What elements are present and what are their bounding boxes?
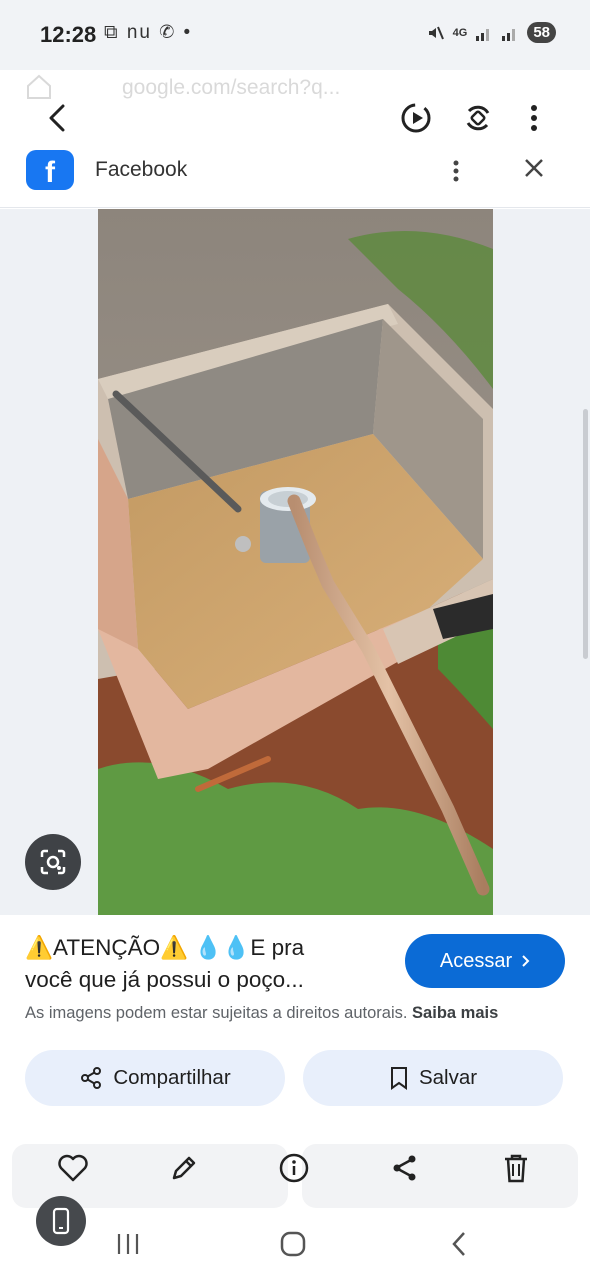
details-button[interactable]	[272, 1146, 316, 1190]
source-row: f Facebook	[0, 140, 590, 208]
battery-badge: 58	[527, 22, 556, 43]
more-vert-icon	[531, 105, 537, 131]
bookmark-icon	[390, 1067, 407, 1090]
mute-icon	[428, 26, 444, 39]
rotate-button[interactable]	[458, 98, 498, 138]
more-options-button[interactable]	[514, 98, 554, 138]
recents-button[interactable]	[106, 1226, 150, 1262]
learn-more-link[interactable]: Saiba mais	[412, 1004, 498, 1022]
viewer-toolbar	[0, 88, 590, 148]
google-lens-button[interactable]	[25, 834, 81, 890]
share-button-label: Compartilhar	[113, 1066, 231, 1089]
share-action-button[interactable]	[383, 1146, 427, 1190]
phone-icon	[52, 1207, 70, 1235]
image-viewer	[0, 209, 590, 915]
result-title-line1[interactable]: ⚠️ATENÇÃO⚠️ 💧💧E pra	[25, 935, 304, 961]
edit-button[interactable]	[162, 1146, 206, 1190]
recents-icon	[117, 1234, 139, 1254]
gallery-action-row	[0, 1140, 590, 1208]
status-time: 12:28	[40, 22, 97, 47]
lens-icon	[40, 849, 66, 875]
save-button[interactable]: Salvar	[303, 1050, 563, 1106]
back-nav-button[interactable]	[437, 1226, 481, 1262]
source-more-button[interactable]	[452, 158, 460, 189]
more-vert-icon	[453, 160, 459, 182]
share-button[interactable]: Compartilhar	[25, 1050, 285, 1106]
scrollbar-thumb[interactable]	[583, 409, 588, 659]
copyright-notice: As imagens podem estar sujeitas a direit…	[25, 1004, 498, 1023]
motion-icon	[401, 103, 431, 133]
home-icon	[280, 1231, 306, 1257]
back-icon	[49, 104, 65, 132]
motion-button[interactable]	[396, 98, 436, 138]
visit-button[interactable]: Acessar	[405, 934, 565, 988]
close-icon	[525, 159, 543, 177]
result-image[interactable]	[98, 209, 493, 915]
result-title-line2[interactable]: você que já possui o poço...	[25, 967, 304, 993]
delete-button[interactable]	[494, 1146, 538, 1190]
status-bar: 12:28 ⧉ nu ✆ • 4G 58	[0, 0, 590, 70]
copyright-text: As imagens podem estar sujeitas a direit…	[25, 1004, 408, 1022]
source-name[interactable]: Facebook	[95, 158, 187, 182]
share-icon	[81, 1067, 102, 1089]
close-button[interactable]	[520, 154, 548, 187]
back-nav-icon	[452, 1232, 465, 1256]
info-icon	[279, 1153, 309, 1183]
well-box-illustration	[98, 209, 493, 915]
result-info: ⚠️ATENÇÃO⚠️ 💧💧E pra você que já possui o…	[0, 915, 590, 1145]
heart-icon	[58, 1154, 88, 1182]
trash-icon	[505, 1154, 527, 1183]
facebook-logo-icon: f	[26, 150, 74, 190]
system-nav-bar	[0, 1208, 590, 1280]
status-right-icons: 4G 58	[425, 22, 556, 43]
notification-icons: ⧉ nu ✆ •	[104, 22, 193, 43]
pencil-icon	[172, 1156, 196, 1180]
back-button[interactable]	[38, 98, 78, 138]
home-button[interactable]	[271, 1226, 315, 1262]
visit-button-label: Acessar	[439, 949, 513, 972]
floating-app-button[interactable]	[36, 1196, 86, 1246]
signal-icon	[476, 28, 490, 41]
signal-icon-2	[502, 28, 516, 41]
share-icon	[393, 1155, 416, 1181]
network-type: 4G	[452, 26, 468, 39]
favorite-button[interactable]	[51, 1146, 95, 1190]
chevron-right-icon	[522, 955, 530, 967]
save-button-label: Salvar	[418, 1066, 478, 1089]
rotate-icon	[466, 105, 490, 131]
